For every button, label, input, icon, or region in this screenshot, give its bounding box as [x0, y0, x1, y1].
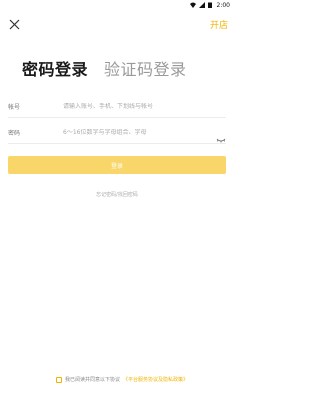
account-row: 帐号	[8, 96, 226, 118]
signal-icon	[198, 2, 205, 8]
status-time: 2:00	[216, 1, 230, 9]
wifi-icon	[189, 2, 196, 8]
password-label: 密码	[8, 130, 21, 137]
open-store-link[interactable]: 开店	[210, 18, 228, 31]
tab-code-login[interactable]: 验证码登录	[104, 56, 187, 80]
status-bar: 2:00	[0, 0, 234, 10]
forgot-password-link[interactable]: 忘记密码/找回密码	[0, 191, 234, 198]
close-icon	[9, 19, 19, 29]
agreement-row: 我已阅读并同意以下协议 《平台服务协议及隐私政策》	[56, 376, 188, 383]
password-row: 密码	[8, 122, 226, 144]
tab-password-login[interactable]: 密码登录	[22, 56, 88, 80]
agreement-text: 我已阅读并同意以下协议	[65, 377, 121, 383]
close-button[interactable]	[6, 16, 22, 32]
agreement-link[interactable]: 《平台服务协议及隐私政策》	[123, 376, 188, 383]
password-input[interactable]	[63, 129, 212, 136]
battery-icon	[207, 2, 214, 8]
eye-closed-icon[interactable]	[216, 129, 226, 142]
login-tabs: 密码登录 验证码登录	[22, 56, 187, 80]
account-label: 帐号	[8, 104, 21, 111]
account-input[interactable]	[63, 103, 226, 110]
agreement-checkbox[interactable]	[56, 376, 62, 383]
login-button[interactable]: 登录	[8, 156, 226, 174]
top-bar: 开店	[0, 14, 234, 34]
